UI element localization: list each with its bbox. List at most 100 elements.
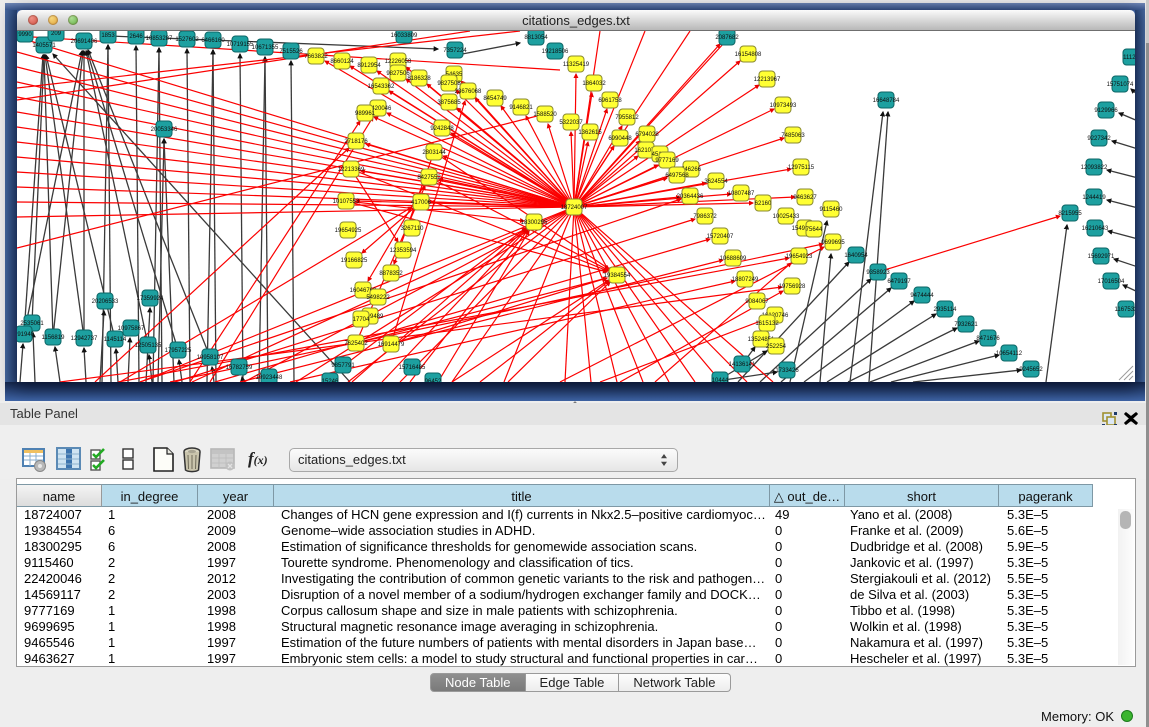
svg-text:20691406: 20691406 bbox=[71, 39, 98, 45]
svg-text:1167533: 1167533 bbox=[1115, 307, 1135, 313]
svg-text:6466160: 6466160 bbox=[201, 38, 225, 44]
svg-text:16543362: 16543362 bbox=[368, 84, 395, 90]
svg-text:12213967: 12213967 bbox=[754, 77, 781, 83]
svg-text:1244419: 1244419 bbox=[1082, 195, 1106, 201]
svg-text:417006: 417006 bbox=[411, 200, 432, 206]
svg-text:5498222: 5498222 bbox=[366, 295, 390, 301]
svg-text:8660124: 8660124 bbox=[330, 59, 354, 65]
svg-text:9129966: 9129966 bbox=[1094, 108, 1118, 114]
svg-text:19654925: 19654925 bbox=[335, 228, 362, 234]
svg-text:10719155: 10719155 bbox=[227, 42, 254, 48]
svg-text:12942737: 12942737 bbox=[71, 336, 98, 342]
svg-text:7932621: 7932621 bbox=[954, 322, 978, 328]
svg-text:14136141: 14136141 bbox=[729, 362, 756, 368]
svg-text:9115460: 9115460 bbox=[820, 207, 844, 213]
svg-text:10975867: 10975867 bbox=[118, 326, 145, 332]
svg-text:17016504: 17016504 bbox=[1098, 279, 1125, 285]
svg-text:20206533: 20206533 bbox=[92, 299, 119, 305]
svg-text:2718176: 2718176 bbox=[344, 139, 368, 145]
svg-text:12505135: 12505135 bbox=[135, 343, 162, 349]
svg-text:19218506: 19218506 bbox=[542, 49, 569, 55]
svg-text:10807487: 10807487 bbox=[728, 191, 755, 197]
svg-text:10444: 10444 bbox=[712, 378, 729, 382]
svg-text:391940: 391940 bbox=[17, 332, 35, 338]
svg-text:15720407: 15720407 bbox=[707, 234, 734, 240]
svg-text:16210643: 16210643 bbox=[1082, 226, 1109, 232]
svg-text:20053346: 20053346 bbox=[151, 127, 178, 133]
svg-text:7986372: 7986372 bbox=[693, 214, 717, 220]
svg-text:16914479: 16914479 bbox=[378, 342, 405, 348]
svg-text:15246: 15246 bbox=[322, 379, 339, 382]
svg-text:6961758: 6961758 bbox=[598, 98, 622, 104]
svg-text:3875685: 3875685 bbox=[437, 100, 461, 106]
svg-text:1853: 1853 bbox=[101, 33, 115, 39]
svg-text:17957225: 17957225 bbox=[165, 348, 192, 354]
svg-text:5322037: 5322037 bbox=[559, 120, 583, 126]
svg-text:9146821: 9146821 bbox=[509, 105, 533, 111]
svg-text:23676068: 23676068 bbox=[455, 89, 482, 95]
svg-text:6479197: 6479197 bbox=[887, 279, 911, 285]
svg-text:8454749: 8454749 bbox=[483, 96, 507, 102]
svg-text:12975115: 12975115 bbox=[788, 165, 815, 171]
svg-text:7485063: 7485063 bbox=[781, 133, 805, 139]
svg-text:10688609: 10688609 bbox=[720, 256, 747, 262]
svg-text:17704: 17704 bbox=[353, 317, 370, 323]
svg-text:7515526: 7515526 bbox=[279, 49, 303, 55]
svg-text:9777169: 9777169 bbox=[655, 158, 679, 164]
svg-text:62160: 62160 bbox=[755, 201, 772, 207]
svg-text:2646: 2646 bbox=[129, 34, 143, 40]
svg-text:18724007: 18724007 bbox=[561, 205, 588, 211]
svg-text:1405571: 1405571 bbox=[32, 43, 56, 49]
svg-text:9242848: 9242848 bbox=[430, 126, 454, 132]
svg-text:10025433: 10025433 bbox=[773, 214, 800, 220]
svg-text:15716485: 15716485 bbox=[399, 365, 426, 371]
svg-text:8427552: 8427552 bbox=[417, 175, 441, 181]
svg-text:16782759: 16782759 bbox=[226, 365, 253, 371]
svg-text:9358923: 9358923 bbox=[866, 270, 890, 276]
svg-text:1615132: 1615132 bbox=[755, 321, 779, 327]
svg-text:7357224: 7357224 bbox=[443, 48, 467, 54]
svg-text:15692971: 15692971 bbox=[1088, 254, 1115, 260]
svg-text:10671355: 10671355 bbox=[252, 45, 279, 51]
svg-text:16033809: 16033809 bbox=[391, 33, 418, 39]
svg-text:9827508: 9827508 bbox=[437, 81, 461, 87]
svg-text:1588520: 1588520 bbox=[533, 112, 557, 118]
svg-text:3624554: 3624554 bbox=[704, 179, 728, 185]
svg-text:9245652: 9245652 bbox=[1019, 367, 1043, 373]
svg-text:96452: 96452 bbox=[425, 379, 442, 382]
svg-text:12353594: 12353594 bbox=[390, 248, 417, 254]
svg-text:1864032: 1864032 bbox=[582, 81, 606, 87]
svg-text:1733426: 1733426 bbox=[775, 368, 799, 374]
svg-text:209: 209 bbox=[51, 31, 62, 37]
svg-text:19756928: 19756928 bbox=[779, 284, 806, 290]
svg-text:8813054: 8813054 bbox=[524, 35, 548, 41]
svg-text:9084067: 9084067 bbox=[745, 299, 769, 305]
svg-text:9227342: 9227342 bbox=[1087, 136, 1111, 142]
svg-text:75644: 75644 bbox=[806, 227, 823, 233]
svg-text:252254: 252254 bbox=[766, 344, 787, 350]
svg-text:10973493: 10973493 bbox=[770, 103, 797, 109]
svg-text:19384554: 19384554 bbox=[604, 273, 631, 279]
svg-text:10958107: 10958107 bbox=[197, 355, 224, 361]
svg-text:12213369: 12213369 bbox=[338, 167, 365, 173]
svg-text:8878352: 8878352 bbox=[379, 271, 403, 277]
svg-text:1362615: 1362615 bbox=[578, 130, 602, 136]
svg-text:8912954: 8912954 bbox=[357, 63, 381, 69]
svg-text:9990: 9990 bbox=[18, 32, 32, 38]
svg-text:10853287: 10853287 bbox=[146, 36, 173, 42]
svg-text:989961: 989961 bbox=[355, 111, 376, 117]
svg-text:18807249: 18807249 bbox=[732, 277, 759, 283]
svg-text:16154808: 16154808 bbox=[735, 52, 762, 58]
svg-text:3267110: 3267110 bbox=[401, 226, 425, 232]
svg-text:8186328: 8186328 bbox=[407, 76, 431, 82]
svg-text:2935114: 2935114 bbox=[934, 307, 958, 313]
svg-text:6497568: 6497568 bbox=[665, 173, 689, 179]
svg-text:16648784: 16648784 bbox=[873, 98, 900, 104]
svg-text:15751074: 15751074 bbox=[1107, 82, 1134, 88]
svg-text:2087682: 2087682 bbox=[715, 35, 739, 41]
svg-text:1156819: 1156819 bbox=[42, 335, 66, 341]
svg-text:6794028: 6794028 bbox=[635, 132, 659, 138]
svg-text:10923448: 10923448 bbox=[256, 375, 283, 381]
svg-text:1640954: 1640954 bbox=[844, 253, 868, 259]
svg-text:8471676: 8471676 bbox=[976, 336, 1000, 342]
